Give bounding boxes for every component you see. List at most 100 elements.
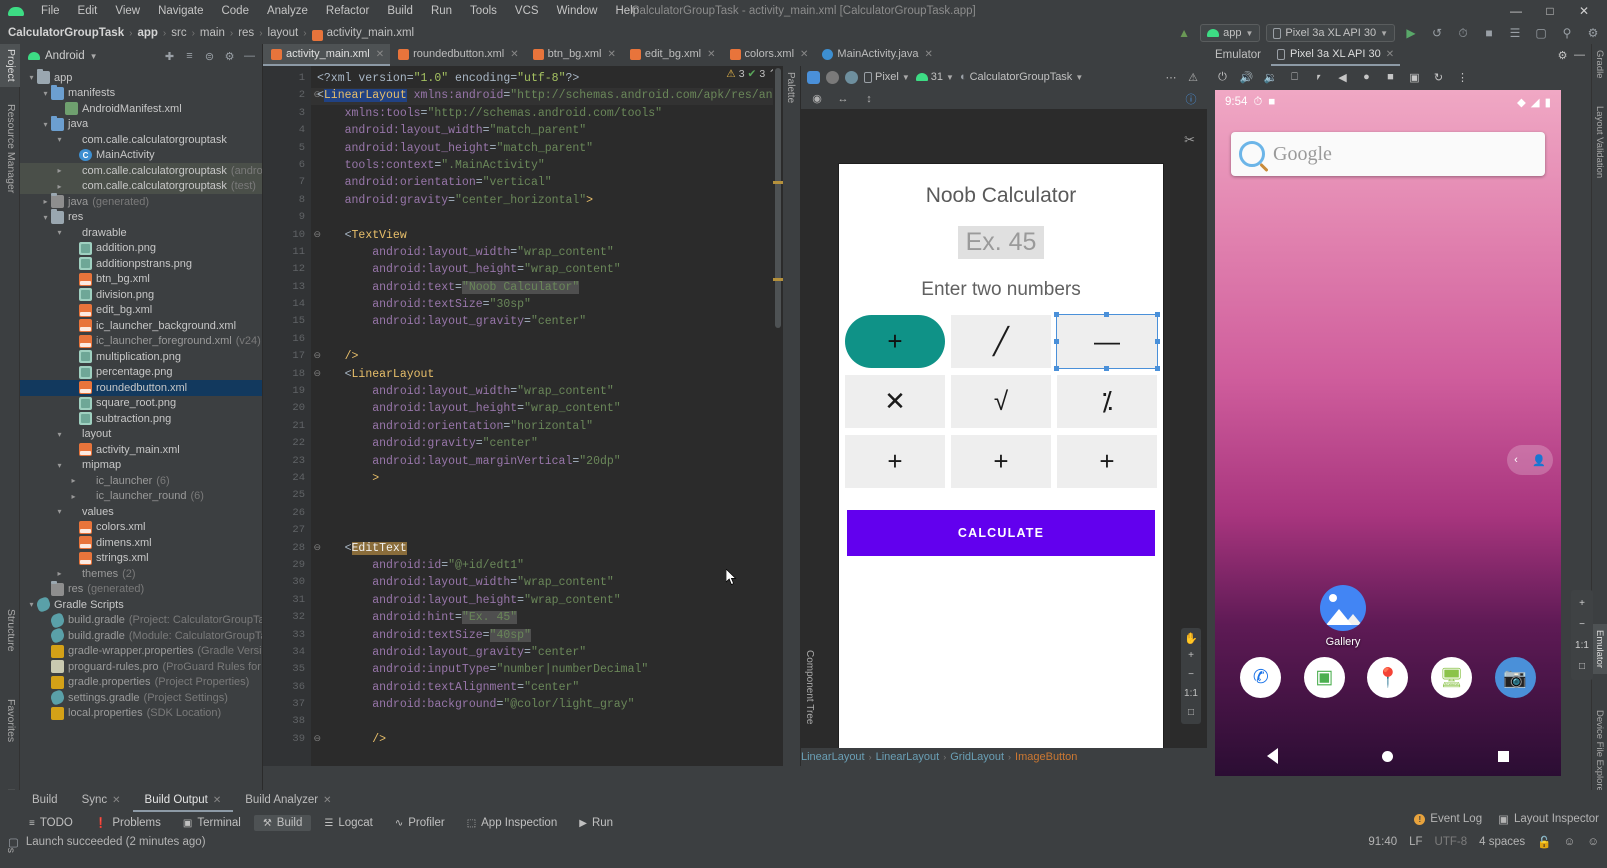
editor-tab-MainActivity-java[interactable]: MainActivity.java ✕ <box>814 44 939 66</box>
emulator-zoom-out-button[interactable]: − <box>1571 614 1593 635</box>
tree-item[interactable]: ▸ ic_launcher_round (6) <box>20 489 262 505</box>
code-line[interactable]: > <box>311 470 783 487</box>
info-icon[interactable]: ⓘ <box>1183 91 1199 107</box>
close-icon[interactable]: ✕ <box>510 49 518 60</box>
tree-item[interactable]: subtraction.png <box>20 411 262 427</box>
menu-item-tools[interactable]: Tools <box>461 2 506 20</box>
code-line[interactable]: android:id="@+id/edt1" <box>311 557 783 574</box>
code-line[interactable]: /> <box>311 731 783 748</box>
code-line[interactable]: android:layout_marginVertical="20dp" <box>311 453 783 470</box>
menu-item-code[interactable]: Code <box>212 2 258 20</box>
preview-calculate-button[interactable]: CALCULATE <box>847 510 1155 556</box>
line-separator[interactable]: LF <box>1409 836 1422 848</box>
bottom-tab-problems[interactable]: ❗ Problems <box>86 815 170 831</box>
file-encoding[interactable]: UTF-8 <box>1435 836 1468 848</box>
project-view-selector[interactable]: Android <box>45 50 85 62</box>
profiler-button[interactable]: ⏱ <box>1453 24 1473 42</box>
editor-tab-edit_bg-xml[interactable]: edit_bg.xml ✕ <box>622 44 722 66</box>
tree-item[interactable]: activity_main.xml <box>20 442 262 458</box>
menu-item-build[interactable]: Build <box>378 2 422 20</box>
tree-item[interactable]: division.png <box>20 287 262 303</box>
tree-item[interactable]: colors.xml <box>20 520 262 536</box>
design-breadcrumb-gridlayout[interactable]: GridLayout <box>950 751 1004 763</box>
chevron-down-icon[interactable]: ▾ <box>40 89 51 98</box>
code-line[interactable]: android:layout_height="match_parent" <box>311 140 783 157</box>
rotate-left-icon[interactable]: ⎕ <box>1287 70 1302 85</box>
volume-down-icon[interactable]: 🔉 <box>1263 70 1278 85</box>
close-icon[interactable]: ✕ <box>376 49 384 60</box>
restore-icon[interactable]: ↻ <box>1431 70 1446 85</box>
code-line[interactable]: <TextView <box>311 227 783 244</box>
bottom-tab-build[interactable]: ⚒ Build <box>253 815 312 831</box>
tree-item[interactable]: ▸ com.calle.calculatorgrouptask (test) <box>20 178 262 194</box>
inspection-widget[interactable]: ⚠ 3 ✔ 3 ⌃ <box>726 68 777 80</box>
menu-item-view[interactable]: View <box>106 2 149 20</box>
code-line[interactable]: android:orientation="vertical" <box>311 174 783 191</box>
module-selector[interactable]: app ▼ <box>1200 24 1261 42</box>
tree-item[interactable]: ▾ drawable <box>20 225 262 241</box>
app-icon-gallery[interactable]: Gallery <box>1312 585 1374 648</box>
chevron-down-icon[interactable]: ▾ <box>40 120 51 129</box>
project-tree[interactable]: ▾ app ▾ manifests AndroidManifest.xml ▾ java ▾ c… <box>20 68 262 790</box>
nav-home-icon[interactable] <box>1382 750 1394 762</box>
back-icon[interactable]: ◀ <box>1335 70 1350 85</box>
code-line[interactable]: android:text="Noob Calculator" <box>311 279 783 296</box>
camera-app-icon[interactable]: 📷 <box>1494 657 1536 698</box>
volume-up-icon[interactable]: 🔊 <box>1239 70 1254 85</box>
tool-tab-gradle[interactable]: Gradle <box>1592 44 1607 85</box>
code-line[interactable]: android:gravity="center" <box>311 435 783 452</box>
code-line[interactable]: android:layout_height="wrap_content" <box>311 400 783 417</box>
device-selector[interactable]: Pixel 3a XL API 30 ▼ <box>1266 24 1395 42</box>
menu-item-window[interactable]: Window <box>548 2 607 20</box>
code-line[interactable]: android:gravity="center_horizontal"> <box>311 192 783 209</box>
eye-icon[interactable]: ◉ <box>809 91 825 107</box>
tree-item[interactable]: ▾ java <box>20 115 262 133</box>
messages-app-icon[interactable]: ▣ <box>1303 657 1345 698</box>
plus-button-2[interactable]: + <box>845 435 945 488</box>
menu-item-vcs[interactable]: VCS <box>506 2 548 20</box>
design-warning-icon[interactable]: ⚠ <box>1185 69 1201 85</box>
more-options-icon[interactable]: ⋮ <box>1455 70 1470 85</box>
menu-item-edit[interactable]: Edit <box>69 2 107 20</box>
google-search-widget[interactable]: Google <box>1231 132 1545 176</box>
tree-item[interactable]: ▸ java (generated) <box>20 193 262 210</box>
tree-item[interactable]: res (generated) <box>20 580 262 598</box>
editor-tab-roundedbutton-xml[interactable]: roundedbutton.xml ✕ <box>390 44 525 66</box>
divide-slash-button[interactable]: ╱ <box>951 315 1051 368</box>
breadcrumb-res[interactable]: res <box>238 27 254 39</box>
layout-inspector-button[interactable]: ▣ Layout Inspector <box>1498 812 1599 826</box>
preview-edittext-hint[interactable]: Ex. 45 <box>958 226 1044 259</box>
code-line[interactable]: <LinearLayout xmlns:android="http://sche… <box>311 87 783 104</box>
tree-item[interactable]: build.gradle(Project: CalculatorGroupTas… <box>20 611 262 629</box>
code-line[interactable]: android:layout_width="wrap_content" <box>311 244 783 261</box>
build-hammer-icon[interactable]: ▲ <box>1174 24 1194 42</box>
build-tab-sync[interactable]: Sync ✕ <box>70 790 133 812</box>
orientation-icon[interactable] <box>845 70 858 84</box>
resize-handle[interactable] <box>1104 366 1109 371</box>
menu-item-help[interactable]: Help <box>606 2 648 20</box>
code-line[interactable]: <?xml version="1.0" encoding="utf-8"?> <box>311 70 783 87</box>
bottom-tab-terminal[interactable]: ▣ Terminal <box>174 815 250 831</box>
code-line[interactable]: tools:context=".MainActivity" <box>311 157 783 174</box>
tree-item[interactable]: ▾ layout <box>20 427 262 443</box>
emulator-zoom-in-button[interactable]: + <box>1571 593 1593 614</box>
resize-handle[interactable] <box>1054 312 1059 317</box>
tree-item[interactable]: dimens.xml <box>20 535 262 551</box>
editor-tab-colors-xml[interactable]: colors.xml ✕ <box>722 44 815 66</box>
menu-item-run[interactable]: Run <box>422 2 461 20</box>
scrollbar-thumb[interactable] <box>775 68 781 328</box>
tree-item[interactable]: multiplication.png <box>20 349 262 365</box>
code-line[interactable] <box>311 522 783 539</box>
breadcrumb-file[interactable]: activity_main.xml <box>327 27 415 39</box>
plus-button-selected-style[interactable]: + <box>845 315 945 368</box>
horizontal-resize-icon[interactable]: ↔ <box>835 91 851 107</box>
resize-handle[interactable] <box>1155 338 1160 344</box>
face-icon-2[interactable]: ☺ <box>1587 836 1599 848</box>
chevron-down-icon[interactable]: ▾ <box>54 430 65 439</box>
bottom-tab-todo[interactable]: ≡ TODO <box>20 815 82 831</box>
settings-gear-icon[interactable]: ⚙ <box>221 48 238 65</box>
tool-tab-resource-manager[interactable]: Resource Manager <box>0 99 20 198</box>
code-line[interactable]: android:layout_height="wrap_content" <box>311 592 783 609</box>
editor-tab-btn_bg-xml[interactable]: btn_bg.xml ✕ <box>525 44 622 66</box>
close-icon[interactable]: ✕ <box>213 795 221 806</box>
